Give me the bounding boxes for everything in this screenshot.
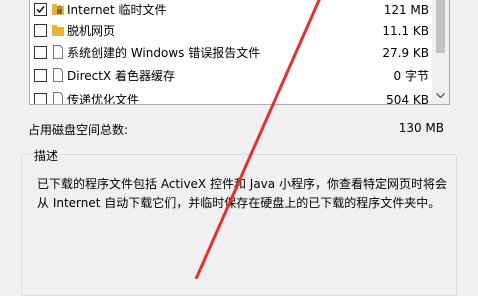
item-name: 传递优化文件 [67, 93, 140, 105]
description-text: 已下载的程序文件包括 ActiveX 控件和 Java 小程序，你查看特定网页时… [37, 177, 447, 210]
scroll-down-arrow-icon[interactable] [432, 87, 449, 104]
item-size: 0 字节 [393, 69, 429, 83]
item-name: 脱机网页 [67, 24, 116, 38]
file-icon [51, 45, 65, 59]
file-icon [51, 92, 65, 104]
checkbox-delivery-optimization[interactable] [34, 93, 47, 104]
item-size: 27.9 KB [382, 45, 429, 60]
list-item-offline-pages[interactable]: 脱机网页 11.1 KB [30, 21, 431, 40]
lock-folder-icon [51, 2, 65, 16]
disk-space-total-label: 占用磁盘空间总数: [28, 123, 129, 137]
list-item-directx-cache[interactable]: DirectX 着色器缓存 0 字节 [30, 66, 431, 85]
item-name: DirectX 着色器缓存 [67, 69, 175, 83]
cleanup-file-list[interactable]: Internet 临时文件 121 MB 脱机网页 11.1 KB 系统创建的 … [29, 0, 450, 105]
disk-space-total-value: 130 MB [398, 121, 444, 135]
list-item-internet-temp[interactable]: Internet 临时文件 121 MB [30, 0, 431, 19]
item-size: 11.1 KB [382, 23, 429, 38]
list-item-delivery-optimization[interactable]: 传递优化文件 504 KB [30, 90, 431, 105]
item-size: 121 MB [383, 2, 429, 17]
scrollbar-thumb[interactable] [436, 0, 445, 53]
list-scrollbar[interactable] [432, 0, 449, 104]
item-name: Internet 临时文件 [67, 3, 167, 17]
checkbox-error-reports[interactable] [34, 46, 47, 59]
file-icon [51, 68, 65, 82]
item-name: 系统创建的 Windows 错误报告文件 [67, 46, 261, 60]
description-group: 描述 已下载的程序文件包括 ActiveX 控件和 Java 小程序，你查看特定… [21, 147, 457, 296]
list-item-error-reports[interactable]: 系统创建的 Windows 错误报告文件 27.9 KB [30, 43, 431, 62]
item-size: 504 KB [386, 92, 429, 105]
checkbox-internet-temp[interactable] [34, 3, 47, 16]
description-title: 描述 [31, 147, 62, 164]
folder-icon [51, 23, 65, 37]
checkmark-icon [36, 6, 45, 14]
checkbox-directx-cache[interactable] [34, 69, 47, 82]
checkbox-offline-pages[interactable] [34, 24, 47, 37]
